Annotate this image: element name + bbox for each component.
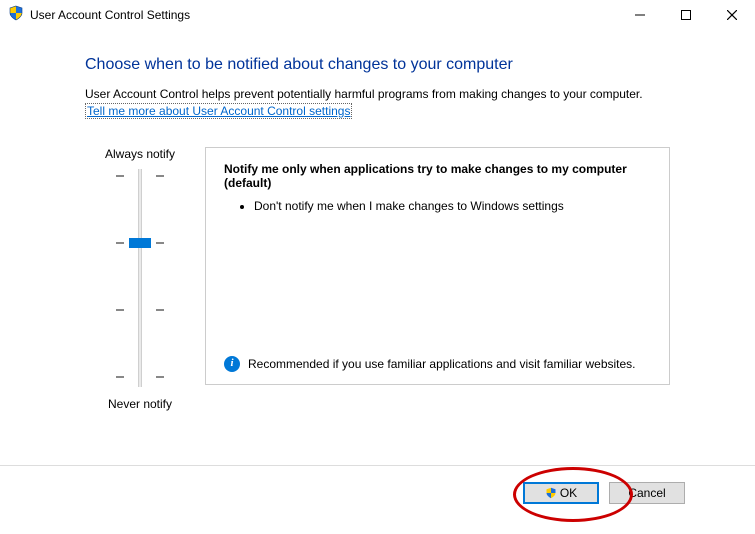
footer-buttons: OK Cancel <box>523 482 685 504</box>
window-title: User Account Control Settings <box>30 8 617 22</box>
slider-tick <box>116 175 124 177</box>
slider-tick <box>156 242 164 244</box>
maximize-button[interactable] <box>663 0 709 29</box>
page-description: User Account Control helps prevent poten… <box>85 86 670 103</box>
slider-tick <box>116 376 124 378</box>
notification-slider[interactable] <box>110 169 170 387</box>
close-button[interactable] <box>709 0 755 29</box>
window-controls <box>617 0 755 29</box>
slider-tick <box>156 376 164 378</box>
footer-separator <box>0 465 755 466</box>
description-list: Don't notify me when I make changes to W… <box>224 198 651 214</box>
learn-more-link[interactable]: Tell me more about User Account Control … <box>85 103 352 119</box>
page-heading: Choose when to be notified about changes… <box>85 56 670 74</box>
cancel-label: Cancel <box>628 486 665 500</box>
description-title: Notify me only when applications try to … <box>224 162 651 190</box>
slider-tick <box>156 175 164 177</box>
ok-button[interactable]: OK <box>523 482 599 504</box>
slider-tick <box>116 309 124 311</box>
content-area: Choose when to be notified about changes… <box>0 30 755 411</box>
ok-label: OK <box>560 486 577 500</box>
main-area: Always notify Never notify Notify me onl… <box>85 147 670 411</box>
slider-thumb[interactable] <box>129 238 151 248</box>
uac-shield-icon <box>8 5 24 24</box>
slider-rail <box>138 169 142 387</box>
slider-column: Always notify Never notify <box>85 147 195 411</box>
minimize-button[interactable] <box>617 0 663 29</box>
cancel-button[interactable]: Cancel <box>609 482 685 504</box>
description-panel: Notify me only when applications try to … <box>205 147 670 385</box>
slider-label-always: Always notify <box>85 147 195 161</box>
info-icon: i <box>224 356 240 372</box>
recommendation-row: i Recommended if you use familiar applic… <box>224 356 651 372</box>
slider-tick <box>116 242 124 244</box>
recommendation-text: Recommended if you use familiar applicat… <box>248 356 636 372</box>
titlebar: User Account Control Settings <box>0 0 755 30</box>
description-bullet: Don't notify me when I make changes to W… <box>254 198 651 214</box>
slider-tick <box>156 309 164 311</box>
slider-label-never: Never notify <box>85 397 195 411</box>
uac-shield-icon <box>545 487 557 499</box>
